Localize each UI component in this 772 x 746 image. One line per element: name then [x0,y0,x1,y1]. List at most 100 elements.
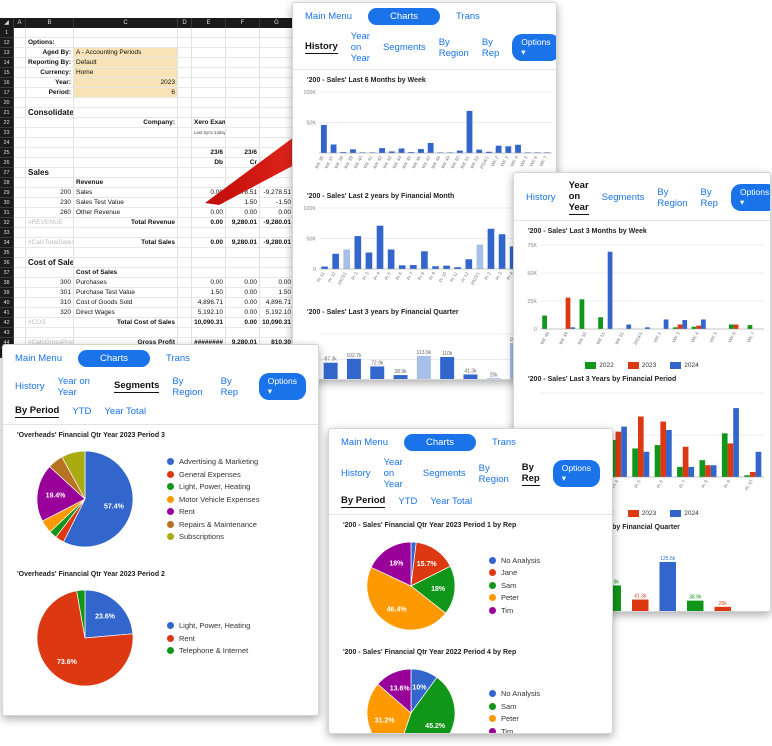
spreadsheet-cell[interactable]: -9,280.01 [260,218,294,228]
spreadsheet-cell[interactable] [14,118,26,128]
spreadsheet-cell[interactable] [14,28,26,38]
spreadsheet-cell[interactable] [192,68,226,78]
spreadsheet-cell[interactable]: Total Sales [74,238,178,248]
spreadsheet-cell[interactable]: -1.50 [260,198,294,208]
legend-item[interactable]: Tim [489,727,540,733]
column-header-b[interactable]: B [26,18,74,28]
row-number[interactable]: 37 [0,268,14,278]
legend-item[interactable]: Light, Power, Heating [167,621,250,630]
subnav-by-region[interactable]: By Region [439,37,469,59]
spreadsheet-cell[interactable] [178,68,192,78]
spreadsheet-cell[interactable] [26,328,74,338]
spreadsheet-cell[interactable] [74,328,178,338]
legend-item[interactable]: Tim [489,606,540,615]
row-number[interactable]: 40 [0,298,14,308]
spreadsheet-cell[interactable] [226,48,260,58]
spreadsheet-cell[interactable]: Default [74,58,178,68]
spreadsheet-cell[interactable]: 0.00 [260,208,294,218]
spreadsheet-cell[interactable]: 23/6 [226,148,260,158]
charts-segments-panel[interactable]: Main Menu Charts Trans History Year on Y… [2,344,319,716]
legend-item[interactable]: 2023 [627,362,656,369]
spreadsheet-cell[interactable] [226,228,260,238]
legend-item[interactable]: Light, Power, Heating [167,482,259,491]
spreadsheet-cell[interactable] [260,118,294,128]
tab-by-period[interactable]: By Period [15,405,60,418]
spreadsheet-cell[interactable] [178,128,192,138]
row-number[interactable]: 25 [0,148,14,158]
spreadsheet-cell[interactable] [14,138,26,148]
legend-item[interactable]: Motor Vehicle Expenses [167,495,259,504]
spreadsheet-cell[interactable]: Total Cost of Sales [74,318,178,328]
spreadsheet-cell[interactable]: #CalcTotalSales [26,238,74,248]
spreadsheet-cell[interactable]: 23/6 [192,148,226,158]
spreadsheet-cell[interactable] [226,68,260,78]
spreadsheet-cell[interactable]: Revenue [74,178,178,188]
spreadsheet-row[interactable]: 21 Consolidated Trial Balance [0,108,330,118]
legend-item[interactable]: Repairs & Maintenance [167,520,259,529]
spreadsheet-cell[interactable] [14,78,26,88]
nav-charts-active[interactable]: Charts [368,8,440,25]
subnav-by-rep[interactable]: By Rep [221,376,246,398]
column-header-f[interactable]: F [226,18,260,28]
spreadsheet-cell[interactable] [26,268,74,278]
spreadsheet-cell[interactable]: 4,896.71 [260,298,294,308]
spreadsheet-cell[interactable] [178,278,192,288]
column-header-e[interactable]: E [192,18,226,28]
spreadsheet-cell[interactable] [14,298,26,308]
spreadsheet-cell[interactable] [178,138,192,148]
column-header-d[interactable]: D [178,18,192,28]
subnav-segments[interactable]: Segments [423,468,466,479]
spreadsheet-cell[interactable] [26,138,74,148]
spreadsheet-cell[interactable]: 0.00 [260,278,294,288]
spreadsheet-cell[interactable] [26,228,74,238]
tab-ytd[interactable]: YTD [398,496,417,507]
spreadsheet-cell[interactable]: 0.00 [226,318,260,328]
row-number[interactable]: 36 [0,258,14,268]
spreadsheet-cell[interactable] [192,38,226,48]
spreadsheet-cell[interactable] [178,248,192,258]
spreadsheet-cell[interactable] [14,278,26,288]
spreadsheet-cell[interactable] [14,88,26,98]
spreadsheet-cell[interactable]: 5,192.10 [192,308,226,318]
spreadsheet-cell[interactable] [260,108,294,118]
spreadsheet-cell[interactable] [192,228,226,238]
spreadsheet-cell[interactable] [74,128,178,138]
spreadsheet-cell[interactable] [14,288,26,298]
nav-main-menu[interactable]: Main Menu [15,353,62,364]
spreadsheet-cell[interactable] [192,48,226,58]
legend-item[interactable]: 2022 [585,362,614,369]
subnav-by-region[interactable]: By Region [172,376,207,398]
row-number[interactable]: 23 [0,128,14,138]
spreadsheet-cell[interactable] [226,118,260,128]
legend-item[interactable]: 2024 [670,362,699,369]
spreadsheet-row[interactable]: 20 [0,98,330,108]
spreadsheet-cell[interactable] [226,108,260,118]
spreadsheet-cell[interactable] [178,28,192,38]
spreadsheet-cell[interactable]: Aged By: [26,48,74,58]
spreadsheet-cell[interactable]: Period: [26,88,74,98]
spreadsheet-cell[interactable] [260,28,294,38]
spreadsheet-row[interactable]: 39301Purchase Test Value1.500.001.501.50 [0,288,330,298]
spreadsheet-cell[interactable] [260,228,294,238]
spreadsheet-cell[interactable]: Consolidated Trial Balance [26,108,74,118]
row-number[interactable]: 43 [0,328,14,338]
spreadsheet-cell[interactable]: 9,278.51 [226,188,260,198]
spreadsheet-row[interactable]: 30230Sales Test Value0.001.50-1.501.50 [0,198,330,208]
spreadsheet-row[interactable]: 17 Period: 6 [0,88,330,98]
spreadsheet-cell[interactable] [26,178,74,188]
spreadsheet-cell[interactable]: 0.00 [192,198,226,208]
corner-cell[interactable]: ◢ [0,18,14,28]
spreadsheet-cell[interactable]: -9,280.01 [260,238,294,248]
spreadsheet-cell[interactable] [178,188,192,198]
legend-item[interactable]: Peter [489,714,540,723]
options-button[interactable]: Options ▾ [258,373,306,400]
spreadsheet-cell[interactable] [260,138,294,148]
spreadsheet-row[interactable]: 37 Cost of Sales [0,268,330,278]
spreadsheet-cell[interactable] [260,48,294,58]
spreadsheet-cell[interactable] [14,158,26,168]
spreadsheet-cell[interactable]: 0.00 [192,278,226,288]
row-number[interactable]: 38 [0,278,14,288]
spreadsheet-cell[interactable]: 9,280.01 [226,218,260,228]
spreadsheet-cell[interactable]: Home [74,68,178,78]
spreadsheet-row[interactable]: 24 [0,138,330,148]
